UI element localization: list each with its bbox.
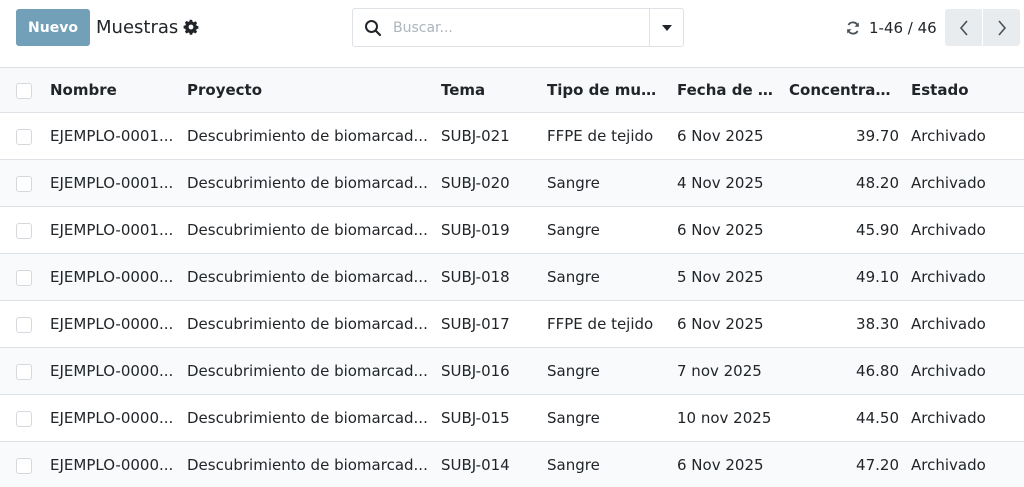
cell-fecha: 6 Nov 2025 [677, 315, 764, 333]
row-checkbox[interactable] [0, 254, 44, 301]
cell-tema: SUBJ-014 [441, 456, 510, 474]
cell-tema: SUBJ-020 [441, 174, 510, 192]
cell-proyecto: Descubrimiento de biomarcad... [187, 174, 428, 192]
cell-conc: 49.10 [856, 268, 899, 286]
cell-nombre: EJEMPLO-0000... [50, 456, 174, 474]
table-row[interactable]: EJEMPLO-0001... Descubrimiento de biomarc… [0, 207, 1024, 254]
cell-fecha: 10 nov 2025 [677, 409, 772, 427]
cell-estado: Archivado [911, 456, 986, 474]
chevron-right-icon [997, 19, 1006, 36]
column-header[interactable]: Concentraci... [783, 68, 905, 113]
cell-fecha: 7 nov 2025 [677, 362, 762, 380]
cell-tipo: FFPE de tejido [547, 315, 654, 333]
cell-estado: Archivado [911, 268, 986, 286]
cell-fecha: 6 Nov 2025 [677, 456, 764, 474]
cell-proyecto: Descubrimiento de biomarcad... [187, 268, 428, 286]
pager-value[interactable]: 1-46 / 46 [869, 19, 937, 37]
gear-icon[interactable] [183, 19, 199, 35]
table-row[interactable]: EJEMPLO-0000... Descubrimiento de biomarc… [0, 253, 1024, 301]
cell-tema: SUBJ-015 [441, 409, 510, 427]
cell-estado: Archivado [911, 174, 986, 192]
new-button[interactable]: Nuevo [16, 9, 90, 46]
cell-conc: 47.20 [856, 456, 899, 474]
row-checkbox[interactable] [0, 442, 44, 487]
table-row[interactable]: EJEMPLO-0001... Descubrimiento de biomarc… [0, 113, 1024, 160]
row-checkbox[interactable] [0, 113, 44, 160]
search-options-toggle[interactable] [649, 9, 683, 46]
cell-tema: SUBJ-017 [441, 315, 510, 333]
table-row[interactable]: EJEMPLO-0000... Descubrimiento de biomarc… [0, 301, 1024, 348]
cell-estado: Archivado [911, 221, 986, 239]
column-header[interactable]: Estado [905, 68, 1024, 113]
chevron-left-icon [959, 19, 968, 36]
cell-fecha: 6 Nov 2025 [677, 221, 764, 239]
list-table: Nombre Proyecto Tema Tipo de mues... Fec… [0, 67, 1024, 487]
table-row[interactable]: EJEMPLO-0000... Descubrimiento de biomarc… [0, 441, 1024, 487]
cell-conc: 44.50 [856, 409, 899, 427]
pager: 1-46 / 46 [845, 17, 937, 39]
cell-nombre: EJEMPLO-0000... [50, 362, 174, 380]
row-checkbox[interactable] [0, 395, 44, 442]
cell-proyecto: Descubrimiento de biomarcad... [187, 315, 428, 333]
row-checkbox[interactable] [0, 301, 44, 348]
cell-estado: Archivado [911, 127, 986, 145]
refresh-icon[interactable] [845, 20, 861, 36]
row-checkbox[interactable] [0, 207, 44, 254]
cell-nombre: EJEMPLO-0000... [50, 268, 174, 286]
cell-estado: Archivado [911, 315, 986, 333]
cell-nombre: EJEMPLO-0000... [50, 315, 174, 333]
pager-next-button[interactable] [982, 9, 1020, 46]
cell-tipo: Sangre [547, 174, 600, 192]
search-box [352, 8, 684, 47]
cell-tema: SUBJ-021 [441, 127, 510, 145]
row-checkbox[interactable] [0, 160, 44, 207]
cell-proyecto: Descubrimiento de biomarcad... [187, 456, 428, 474]
column-header[interactable]: Tipo de mues... [541, 68, 671, 113]
cell-fecha: 4 Nov 2025 [677, 174, 764, 192]
cell-proyecto: Descubrimiento de biomarcad... [187, 409, 428, 427]
cell-nombre: EJEMPLO-0001... [50, 221, 174, 239]
cell-nombre: EJEMPLO-0001... [50, 127, 174, 145]
cell-nombre: EJEMPLO-0001... [50, 174, 174, 192]
cell-fecha: 6 Nov 2025 [677, 127, 764, 145]
cell-tipo: Sangre [547, 456, 600, 474]
pager-previous-button[interactable] [945, 9, 982, 46]
table-row[interactable]: EJEMPLO-0000... Descubrimiento de biomarc… [0, 347, 1024, 395]
page-title: Muestras [96, 17, 179, 38]
cell-tipo: Sangre [547, 221, 600, 239]
search-icon [353, 9, 393, 46]
cell-proyecto: Descubrimiento de biomarcad... [187, 362, 428, 380]
cell-conc: 38.30 [856, 315, 899, 333]
pager-nav [945, 9, 1020, 46]
search-input[interactable] [393, 9, 649, 46]
select-all-checkbox[interactable] [0, 68, 44, 113]
column-header[interactable]: Nombre [44, 68, 181, 113]
cell-fecha: 5 Nov 2025 [677, 268, 764, 286]
column-header[interactable]: Fecha de re... [671, 68, 783, 113]
control-panel: Nuevo Muestras 1-46 / 46 [0, 0, 1024, 67]
cell-estado: Archivado [911, 362, 986, 380]
cell-tipo: Sangre [547, 268, 600, 286]
cell-conc: 39.70 [856, 127, 899, 145]
cell-conc: 46.80 [856, 362, 899, 380]
cell-proyecto: Descubrimiento de biomarcad... [187, 221, 428, 239]
cell-tema: SUBJ-016 [441, 362, 510, 380]
cell-nombre: EJEMPLO-0000... [50, 409, 174, 427]
caret-down-icon [661, 24, 672, 31]
cell-tipo: FFPE de tejido [547, 127, 654, 145]
cell-estado: Archivado [911, 409, 986, 427]
table-row[interactable]: EJEMPLO-0000... Descubrimiento de biomarc… [0, 395, 1024, 442]
column-header[interactable]: Tema [435, 68, 541, 113]
row-checkbox[interactable] [0, 348, 44, 395]
table-row[interactable]: EJEMPLO-0001... Descubrimiento de biomarc… [0, 159, 1024, 207]
cell-tema: SUBJ-019 [441, 221, 510, 239]
cell-tipo: Sangre [547, 409, 600, 427]
cell-conc: 45.90 [856, 221, 899, 239]
cell-tema: SUBJ-018 [441, 268, 510, 286]
table-header: Nombre Proyecto Tema Tipo de mues... Fec… [0, 67, 1024, 113]
cell-proyecto: Descubrimiento de biomarcad... [187, 127, 428, 145]
column-header[interactable]: Proyecto [181, 68, 435, 113]
cell-tipo: Sangre [547, 362, 600, 380]
cell-conc: 48.20 [856, 174, 899, 192]
